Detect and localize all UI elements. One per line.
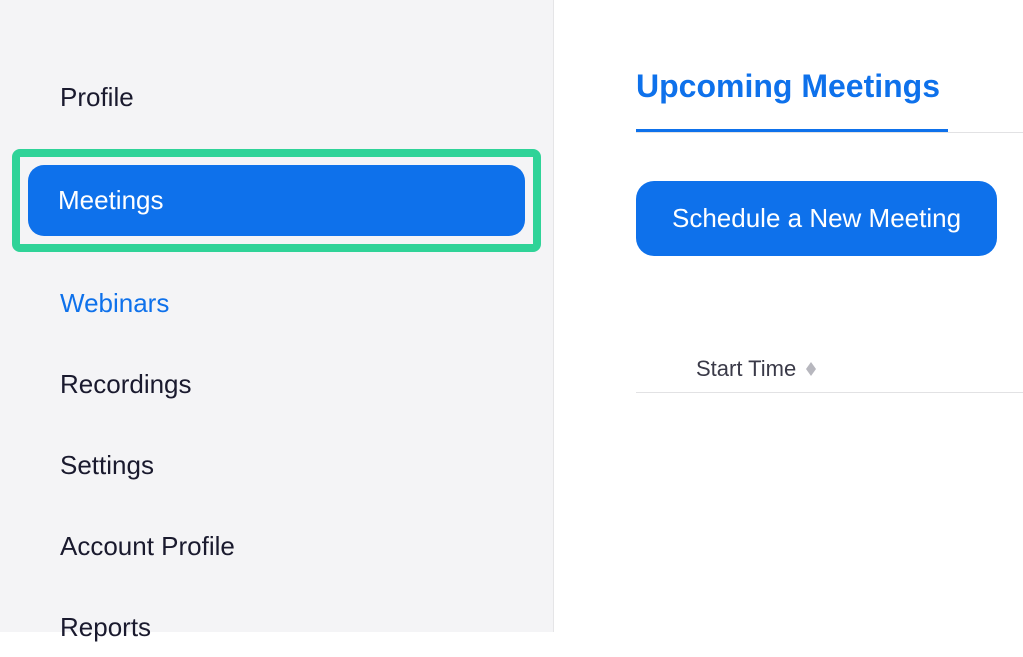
schedule-meeting-button[interactable]: Schedule a New Meeting xyxy=(636,181,997,256)
sidebar-item-meetings-highlight: Meetings xyxy=(12,149,541,252)
sidebar-item-account-profile[interactable]: Account Profile xyxy=(60,517,517,576)
sidebar-item-settings[interactable]: Settings xyxy=(60,436,517,495)
sidebar-item-webinars[interactable]: Webinars xyxy=(60,274,517,333)
tab-upcoming-meetings[interactable]: Upcoming Meetings xyxy=(636,68,1023,129)
sidebar-item-profile[interactable]: Profile xyxy=(60,68,517,127)
column-header-start-time[interactable]: Start Time xyxy=(696,356,796,382)
tab-underline-active xyxy=(636,129,948,133)
tab-label: Upcoming Meetings xyxy=(636,68,940,129)
sidebar: Profile Meetings Webinars Recordings Set… xyxy=(0,0,554,632)
sidebar-item-reports[interactable]: Reports xyxy=(60,598,517,657)
sidebar-item-recordings[interactable]: Recordings xyxy=(60,355,517,414)
main-content: Upcoming Meetings Schedule a New Meeting… xyxy=(554,0,1023,632)
sidebar-item-meetings[interactable]: Meetings xyxy=(28,165,525,236)
table-header: Start Time xyxy=(636,356,1023,393)
sort-icon[interactable] xyxy=(806,362,816,376)
tab-underline-divider xyxy=(636,132,1023,133)
